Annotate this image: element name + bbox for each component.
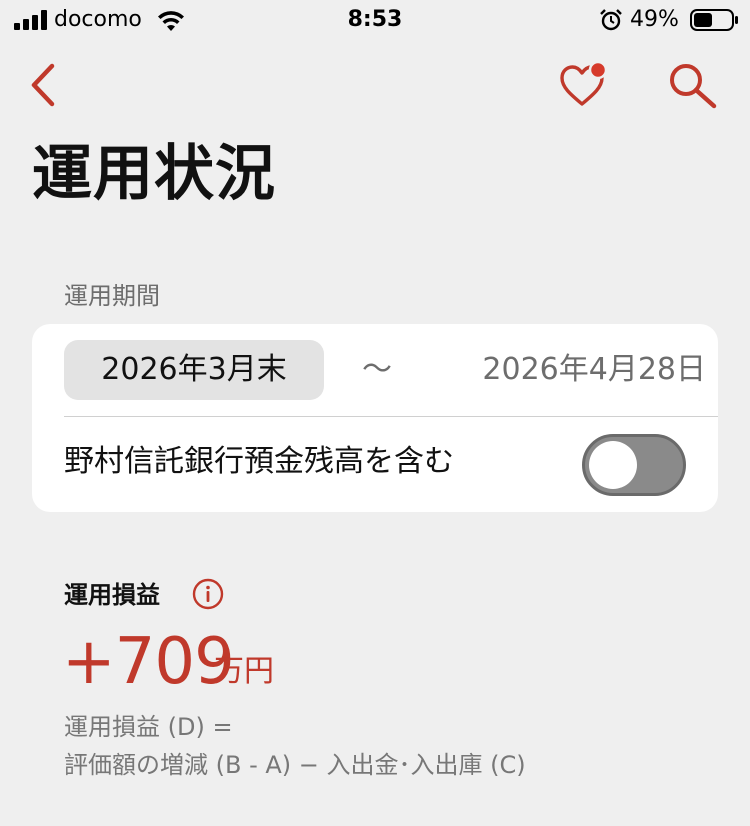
page-title: 運用状況 (32, 139, 276, 209)
include-deposit-label: 野村信託銀行預金残高を含む (64, 444, 454, 479)
search-icon[interactable] (666, 60, 720, 110)
period-card: 2026年3月末 〜 2026年4月28日 野村信託銀行預金残高を含む (32, 324, 718, 512)
start-date-button[interactable]: 2026年3月末 (64, 340, 324, 400)
profit-formula-line-1: 運用損益 (D) = (64, 713, 233, 741)
profit-unit: 万円 (214, 654, 274, 689)
heart-notification-icon[interactable] (556, 60, 612, 110)
toggle-knob (589, 441, 637, 489)
alarm-icon (600, 9, 622, 31)
period-label: 運用期間 (64, 282, 160, 310)
profit-label: 運用損益 (64, 581, 160, 609)
screen: docomo 8:53 49% 運用状況 運用期間 2026年3月末 〜 202… (0, 0, 750, 826)
status-bar: docomo 8:53 49% (0, 0, 750, 40)
end-date-button[interactable]: 2026年4月28日 (444, 340, 706, 400)
back-chevron-icon[interactable] (24, 62, 64, 108)
profit-value: +709 (62, 625, 235, 699)
date-range-separator: 〜 (362, 352, 392, 387)
battery-percent: 49% (630, 7, 679, 32)
battery-icon (690, 9, 738, 31)
card-divider (64, 416, 718, 417)
profit-formula-line-2: 評価額の増減 (B - A) − 入出金･入出庫 (C) (64, 751, 526, 779)
include-deposit-toggle[interactable] (582, 434, 686, 496)
info-icon[interactable] (192, 578, 224, 610)
